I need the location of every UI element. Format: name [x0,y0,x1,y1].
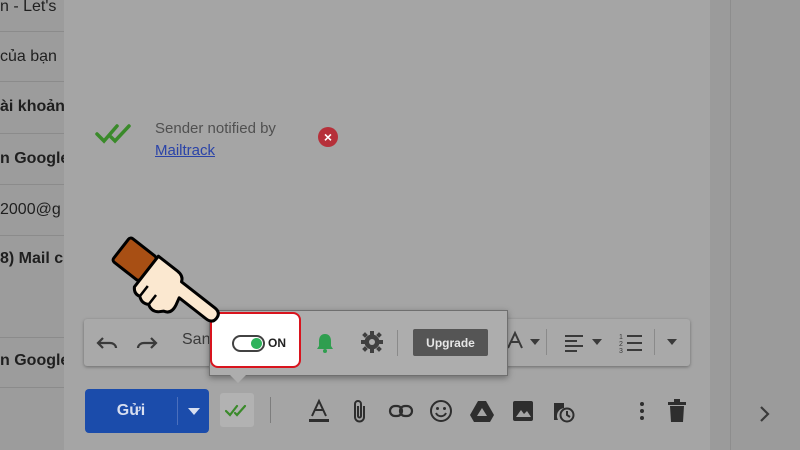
inbox-divider [0,81,64,82]
inbox-row-text: n Google [0,352,64,369]
pointing-hand-icon [111,236,220,323]
double-check-icon [225,404,247,417]
numbered-list-icon[interactable]: 123 [618,331,644,355]
mailtrack-button[interactable] [220,393,254,427]
close-icon[interactable]: × [318,127,338,147]
inbox-row-7[interactable]: n Google [0,352,64,370]
toggle-state-label: ON [268,336,286,350]
link-icon[interactable] [388,398,414,424]
inbox-row-text: n - Let's [0,0,57,15]
inbox-row-3[interactable]: ài khoản [0,98,64,116]
svg-text:3: 3 [619,348,623,355]
inbox-divider [0,235,64,236]
right-side-panel [710,0,800,450]
svg-text:1: 1 [619,334,623,341]
gear-icon[interactable] [360,330,384,354]
attach-icon[interactable] [350,398,370,424]
mailtrack-link[interactable]: Mailtrack [155,141,215,161]
svg-text:2: 2 [619,341,623,348]
align-icon[interactable] [562,331,586,355]
inbox-row-text: 2000@g [0,201,61,218]
tracking-toggle[interactable] [232,335,265,352]
inbox-divider [0,337,64,338]
upgrade-button[interactable]: Upgrade [413,329,488,356]
inbox-row-text: của bạn [0,48,57,65]
inbox-list: n - Let's của bạn ài khoản n Google 2000… [0,0,64,450]
inbox-row-4[interactable]: n Google [0,150,64,168]
inbox-divider [0,133,64,134]
double-check-icon [95,124,131,144]
inbox-row-1[interactable]: n - Let's [0,0,56,16]
toolbar-divider [654,329,655,355]
more-options-icon[interactable] [636,398,648,424]
popup-pointer [229,374,247,383]
send-split-divider [177,397,178,425]
inbox-divider [0,184,64,185]
inbox-row-text: ài khoản [0,98,64,115]
send-button-label: Gửi [116,402,146,419]
bell-icon[interactable] [316,333,334,353]
popup-divider [397,330,398,356]
inbox-row-text: 8) Mail c [0,250,64,267]
emoji-icon[interactable] [428,398,454,424]
inbox-divider [0,387,64,388]
insert-photo-icon[interactable] [510,398,536,424]
bottom-bar-divider [270,397,271,423]
chevron-down-icon[interactable] [592,339,602,345]
trash-icon[interactable] [666,398,688,424]
sender-notified-text: Sender notified by [155,120,276,137]
more-formatting-icon[interactable] [667,339,677,345]
toolbar-divider [546,329,547,355]
formatting-options-icon[interactable] [306,398,332,424]
send-button[interactable]: Gửi [85,389,209,433]
inbox-row-5[interactable]: 2000@g [0,201,61,219]
inbox-row-2[interactable]: của bạn [0,48,57,66]
send-options-icon[interactable] [188,408,200,415]
inbox-divider [0,31,64,32]
inbox-row-6[interactable]: 8) Mail c [0,250,63,268]
confidential-mode-icon[interactable] [550,398,576,424]
side-panel-divider [730,0,731,450]
chevron-down-icon[interactable] [530,339,540,345]
toggle-knob [251,338,262,349]
google-drive-icon[interactable] [469,398,495,424]
compose-window [64,0,710,450]
chevron-right-icon[interactable] [756,402,774,426]
inbox-row-text: n Google [0,150,64,167]
